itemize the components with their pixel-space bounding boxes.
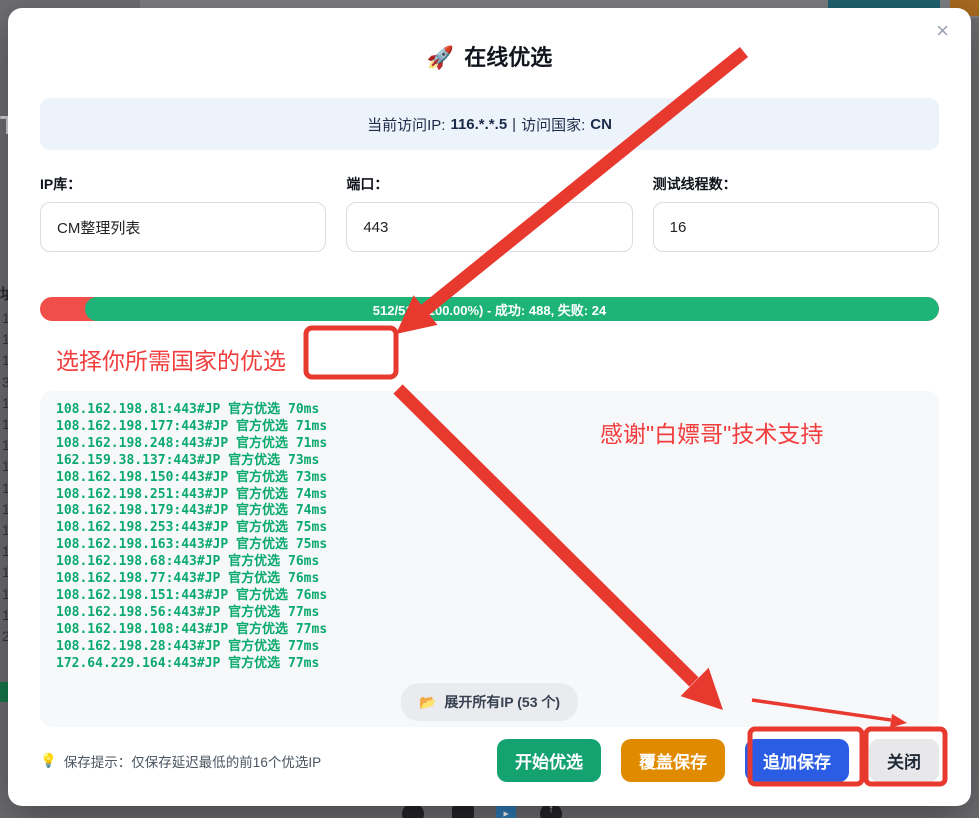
progress-status-text: 512/512 (100.00%) - 成功: 488, 失败: 24 xyxy=(40,297,939,321)
append-save-button[interactable]: 追加保存 xyxy=(745,739,849,782)
ip-result-line: 108.162.198.68:443#JP 官方优选 76ms xyxy=(56,554,923,571)
rocket-icon: 🚀 xyxy=(427,45,454,70)
thanks-annotation-text: 感谢"白嫖哥"技术支持 xyxy=(600,415,823,449)
ip-result-line: 108.162.198.251:443#JP 官方优选 74ms xyxy=(56,487,923,504)
ip-library-field: IP库： xyxy=(40,174,326,252)
telegram-icon[interactable]: ▲ xyxy=(496,804,516,818)
dialog-footer: 💡 保存提示：仅保存延迟最低的前16个优选IP 开始优选 覆盖保存 追加保存 关… xyxy=(40,739,939,782)
ip-result-line: 108.162.198.28:443#JP 官方优选 77ms xyxy=(56,639,923,656)
ip-result-line: 108.162.198.163:443#JP 官方优选 75ms xyxy=(56,537,923,554)
country-label: 访问国家: xyxy=(521,114,585,135)
info-separator: | xyxy=(512,116,516,133)
dialog-title: 🚀在线优选 xyxy=(40,40,939,72)
save-hint-text: 保存提示：仅保存延迟最低的前16个优选IP xyxy=(64,751,321,771)
settings-form: IP库： 端口： 测试线程数： xyxy=(40,174,939,252)
ip-result-line: 108.162.198.150:443#JP 官方优选 73ms xyxy=(56,470,923,487)
ip-library-label: IP库： xyxy=(40,174,326,194)
current-ip-value: 116.*.*.5 xyxy=(450,116,507,133)
ip-result-line: 108.162.198.56:443#JP 官方优选 77ms xyxy=(56,605,923,622)
start-optimize-button[interactable]: 开始优选 xyxy=(497,739,601,782)
thread-count-label: 测试线程数： xyxy=(653,174,939,194)
thread-count-input[interactable] xyxy=(653,202,939,252)
ip-result-line: 108.162.198.151:443#JP 官方优选 76ms xyxy=(56,588,923,605)
port-field: 端口： xyxy=(346,174,632,252)
expand-all-ip-button[interactable]: 📂展开所有IP (53 个) xyxy=(401,683,578,721)
results-panel: 108.162.198.81:443#JP 官方优选 70ms108.162.1… xyxy=(40,391,939,727)
action-button-row: 开始优选 覆盖保存 追加保存 关闭 xyxy=(497,739,939,782)
close-icon[interactable]: × xyxy=(936,20,949,42)
overwrite-save-button[interactable]: 覆盖保存 xyxy=(621,739,725,782)
country-value: CN xyxy=(590,116,612,133)
ip-result-line: 108.162.198.253:443#JP 官方优选 75ms xyxy=(56,520,923,537)
country-annotation-text: 选择你所需国家的优选 xyxy=(56,342,286,376)
ip-result-line: 108.162.198.108:443#JP 官方优选 77ms xyxy=(56,622,923,639)
close-dialog-button[interactable]: 关闭 xyxy=(869,739,939,782)
progress-bar: 512/512 (100.00%) - 成功: 488, 失败: 24 xyxy=(40,297,939,321)
port-label: 端口： xyxy=(346,174,632,194)
ip-result-line: 162.159.38.137:443#JP 官方优选 73ms xyxy=(56,453,923,470)
folder-icon: 📂 xyxy=(419,694,436,710)
ip-library-input[interactable] xyxy=(40,202,326,252)
current-ip-label: 当前访问IP: xyxy=(367,114,445,135)
thread-count-field: 测试线程数： xyxy=(653,174,939,252)
current-ip-info-bar: 当前访问IP: 116.*.*.5 | 访问国家: CN xyxy=(40,98,939,150)
ip-result-line: 172.64.229.164:443#JP 官方优选 77ms xyxy=(56,656,923,673)
port-input[interactable] xyxy=(346,202,632,252)
ip-result-line: 108.162.198.77:443#JP 官方优选 76ms xyxy=(56,571,923,588)
ip-result-line: 108.162.198.179:443#JP 官方优选 74ms xyxy=(56,503,923,520)
country-filter-row: 选择你所需国家的优选 xyxy=(40,342,939,376)
online-optimize-dialog: × 🚀在线优选 当前访问IP: 116.*.*.5 | 访问国家: CN IP库… xyxy=(8,8,971,806)
save-hint: 💡 保存提示：仅保存延迟最低的前16个优选IP xyxy=(40,751,497,771)
bulb-icon: 💡 xyxy=(40,753,57,769)
